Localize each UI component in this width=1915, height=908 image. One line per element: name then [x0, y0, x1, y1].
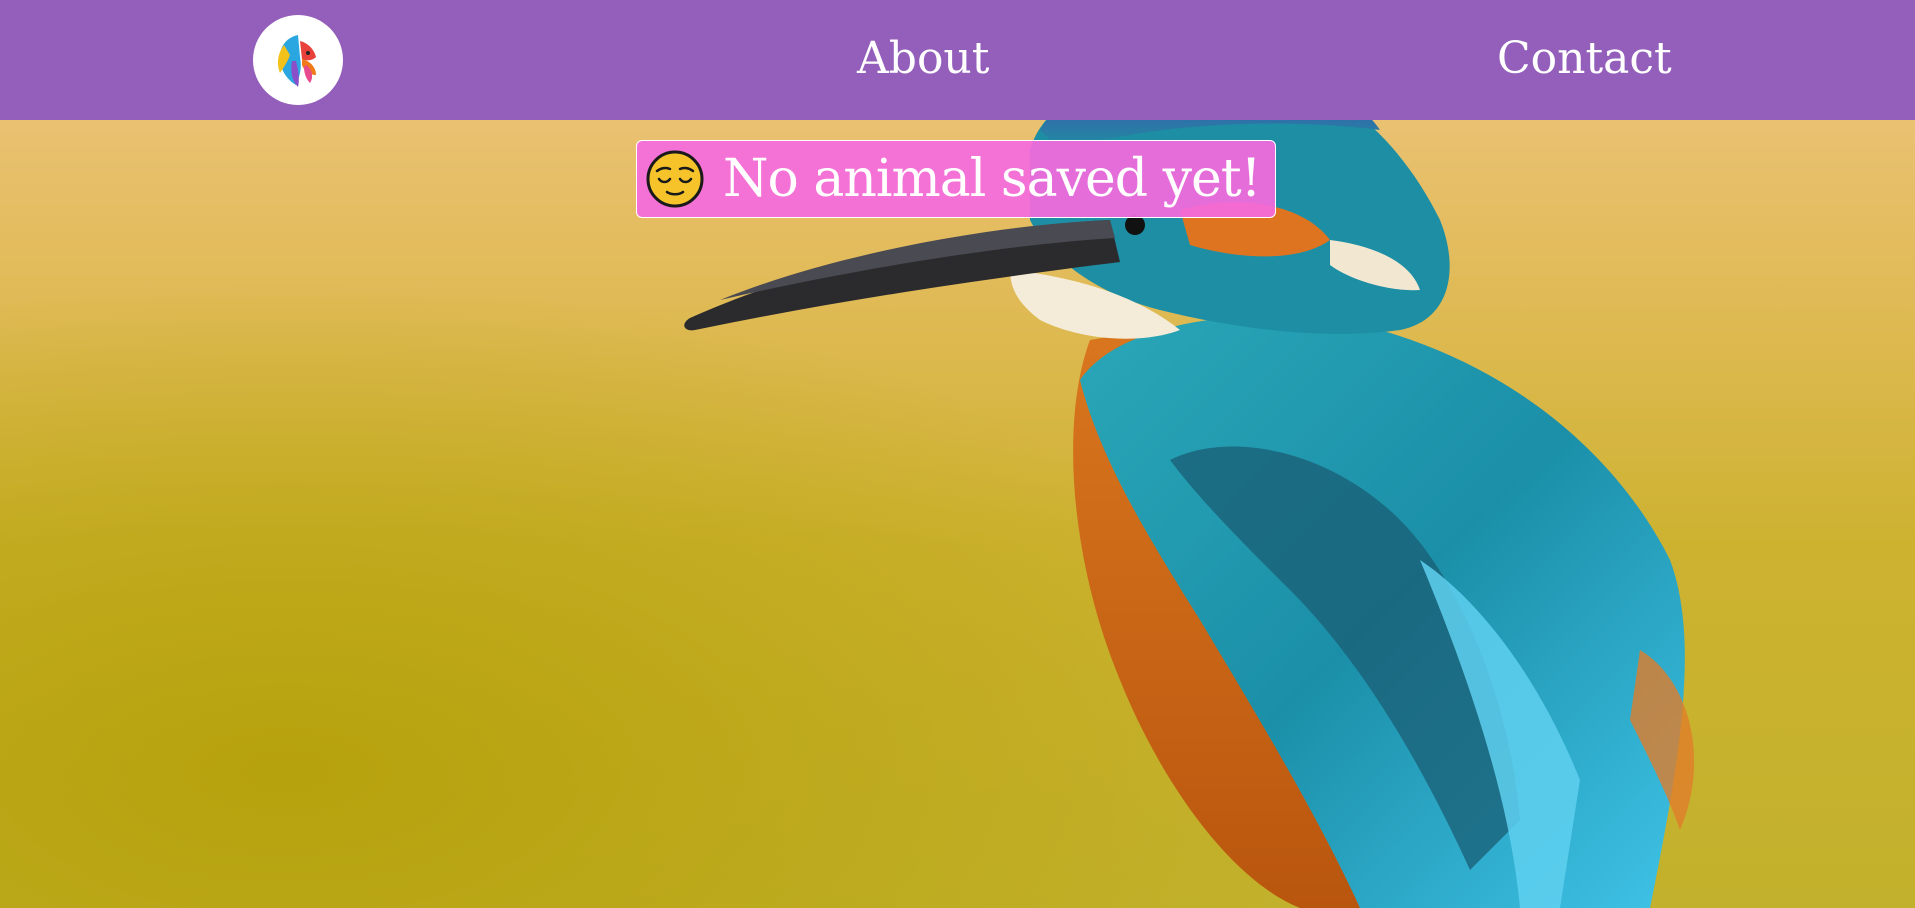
nav-contact-link[interactable]: Contact [1497, 28, 1672, 90]
page: About Contact No animal saved yet! [0, 0, 1915, 908]
kingfisher-hero-image [684, 65, 1695, 908]
no-saved-animals-notice: No animal saved yet! [636, 140, 1276, 218]
top-navbar: About Contact [0, 0, 1915, 120]
notice-text: No animal saved yet! [723, 149, 1262, 209]
nav-about-link[interactable]: About [857, 28, 989, 90]
relieved-face-emoji-icon [646, 150, 704, 208]
home-logo-link[interactable] [253, 15, 343, 105]
colorful-lion-logo-icon [277, 35, 316, 87]
